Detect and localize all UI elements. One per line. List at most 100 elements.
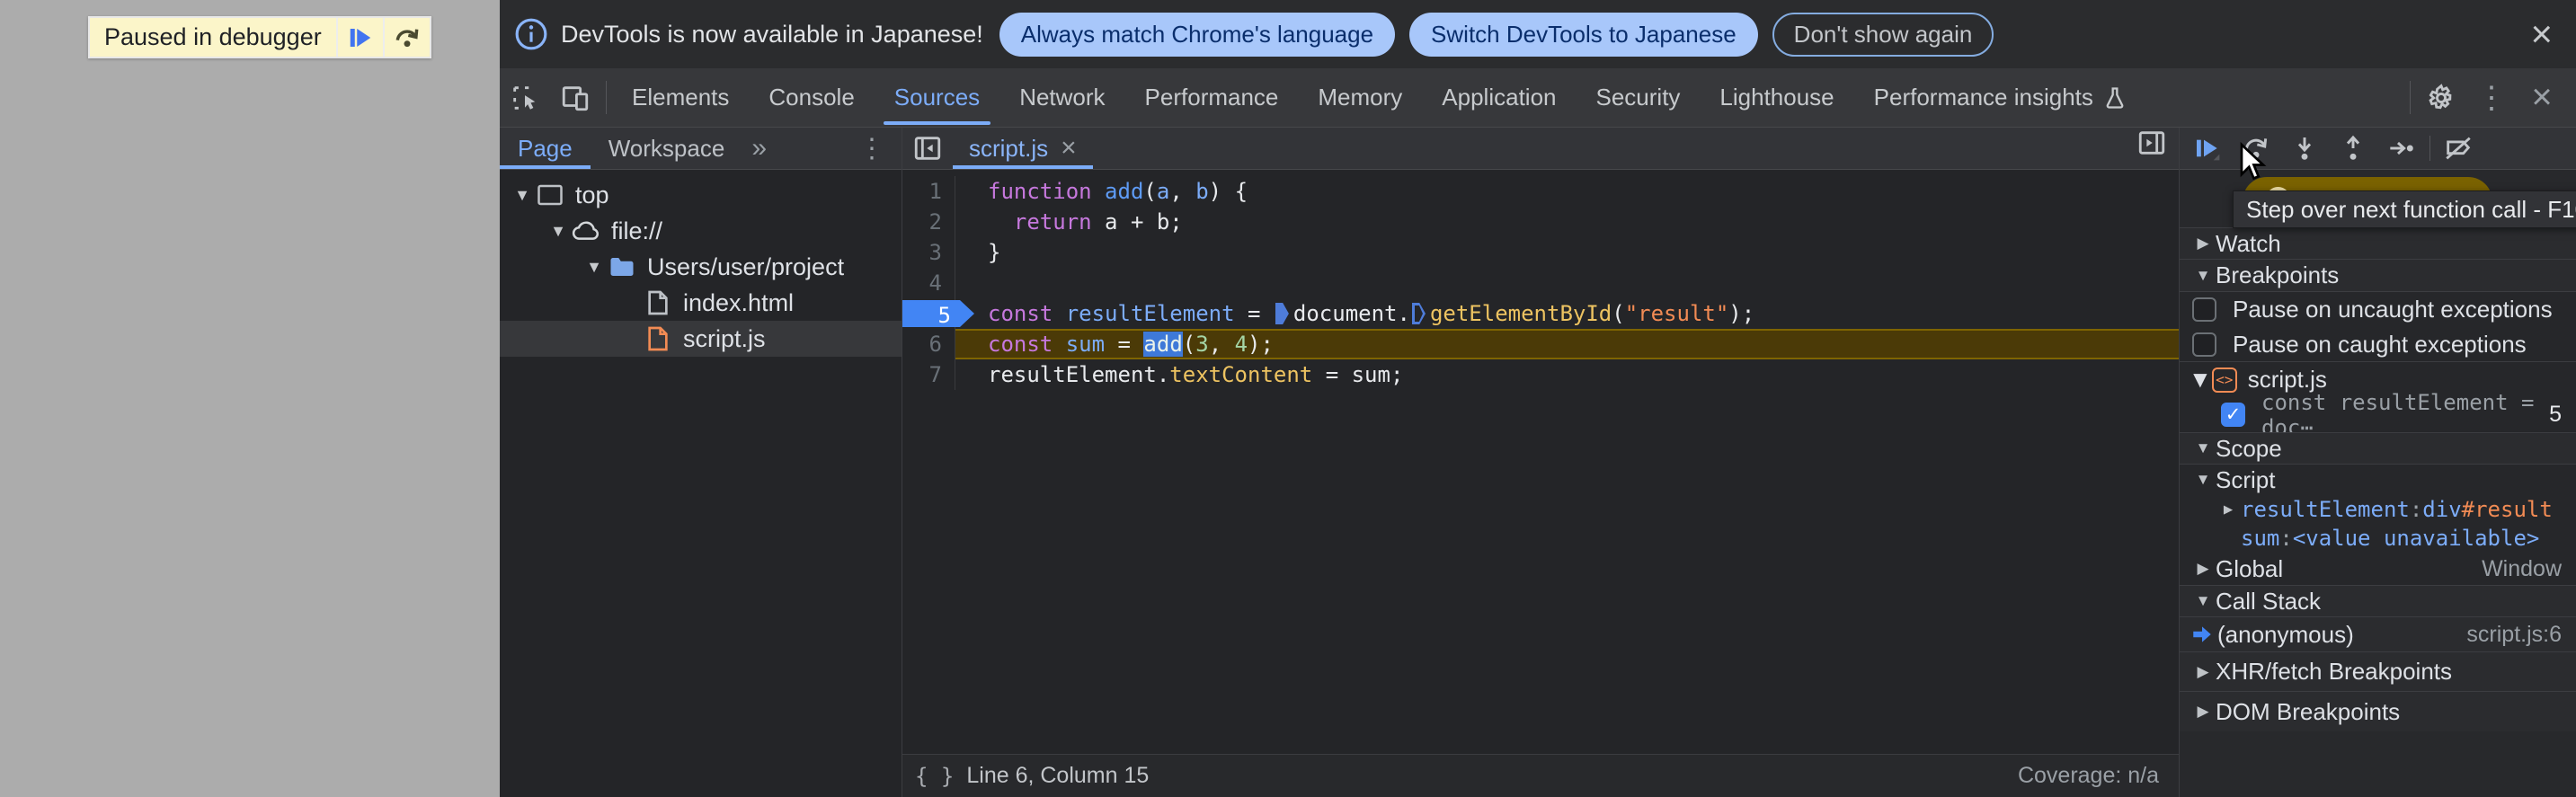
- pause-uncaught-checkbox[interactable]: [2192, 297, 2216, 322]
- switch-to-japanese-button[interactable]: Switch DevTools to Japanese: [1409, 12, 1758, 57]
- section-call-stack[interactable]: ▼ Call Stack: [2180, 585, 2576, 617]
- token: }: [988, 240, 1001, 265]
- code-editor[interactable]: 1 function add(a, b) {2 return a + b; 3} 4 5…: [902, 170, 2179, 754]
- collapse-navigator-icon[interactable]: [902, 128, 953, 169]
- tab-lighthouse[interactable]: Lighthouse: [1700, 68, 1853, 127]
- step-over-banner-button[interactable]: [382, 18, 430, 57]
- code-text[interactable]: return a + b;: [955, 207, 2179, 237]
- info-icon: [514, 17, 548, 51]
- line-number[interactable]: 7: [902, 359, 955, 390]
- code-text[interactable]: const resultElement = document. getElemen…: [955, 298, 2179, 329]
- code-line-4: 4: [902, 268, 2179, 298]
- tree-item-file[interactable]: ▼ file://: [500, 213, 902, 249]
- tab-security[interactable]: Security: [1577, 68, 1701, 127]
- tab-performance[interactable]: Performance: [1125, 68, 1299, 127]
- resume-script-button[interactable]: [335, 18, 383, 57]
- always-match-language-button[interactable]: Always match Chrome's language: [999, 12, 1396, 57]
- tree-item-top[interactable]: ▼ top: [500, 177, 902, 213]
- section-breakpoints[interactable]: ▼ Breakpoints: [2180, 260, 2576, 292]
- line-number[interactable]: 6: [902, 329, 955, 359]
- resume-button[interactable]: [2183, 128, 2232, 170]
- tab-label: Sources: [893, 84, 981, 111]
- pause-uncaught-row[interactable]: Pause on uncaught exceptions: [2180, 292, 2576, 327]
- more-options-kebab-icon[interactable]: ⋮: [2466, 68, 2517, 127]
- step-button[interactable]: [2377, 128, 2426, 170]
- tree-item-script-js[interactable]: script.js: [500, 321, 902, 357]
- chevron-down-icon[interactable]: ▼: [546, 222, 570, 241]
- line-number[interactable]: 1: [902, 176, 955, 207]
- tab-application[interactable]: Application: [1422, 68, 1576, 127]
- tab-performance-insights[interactable]: Performance insights: [1854, 68, 2147, 127]
- chevron-down-icon: ▼: [2195, 592, 2211, 609]
- code-text[interactable]: const sum = add(3, 4);: [955, 329, 2179, 359]
- line-number[interactable]: 3: [902, 237, 955, 268]
- tab-elements[interactable]: Elements: [612, 68, 749, 127]
- deactivate-breakpoints-button[interactable]: [2434, 128, 2483, 170]
- step-out-icon: [2346, 135, 2360, 160]
- dont-show-again-button[interactable]: Don't show again: [1772, 12, 1994, 57]
- tab-console[interactable]: Console: [749, 68, 874, 127]
- call-stack-frame[interactable]: (anonymous) script.js:6: [2180, 617, 2576, 652]
- tab-sources[interactable]: Sources: [875, 68, 999, 127]
- device-toolbar-button[interactable]: [550, 68, 600, 127]
- chevron-down-icon: ▼: [2195, 439, 2211, 456]
- variable-value-id: #result: [2461, 497, 2553, 522]
- scope-script-group[interactable]: ▼ Script: [2180, 465, 2576, 495]
- more-tabs-chevron-icon[interactable]: »: [742, 133, 776, 164]
- breakpoint-entry[interactable]: ✓ const resultElement = doc⋯ 5: [2180, 390, 2576, 440]
- collapse-debugger-icon[interactable]: [2127, 128, 2177, 158]
- token: function: [988, 179, 1092, 204]
- section-xhr-breakpoints[interactable]: ▶ XHR/fetch Breakpoints: [2180, 652, 2576, 692]
- editor-tab-script-js[interactable]: script.js ×: [953, 128, 1093, 169]
- pretty-print-icon[interactable]: { }: [915, 764, 954, 789]
- scope-var-sum[interactable]: sum: <value unavailable>: [2180, 524, 2576, 553]
- tab-network[interactable]: Network: [999, 68, 1124, 127]
- code-text[interactable]: }: [955, 237, 2179, 268]
- pause-caught-row[interactable]: Pause on caught exceptions: [2180, 327, 2576, 362]
- navigator-kebab-icon[interactable]: ⋮: [842, 133, 902, 164]
- breakpoints-label: Breakpoints: [2216, 261, 2340, 288]
- breakpoint-flag[interactable]: 5: [902, 300, 974, 327]
- code-text[interactable]: [955, 268, 2179, 298]
- breakpoint-line-number: 5: [2549, 402, 2562, 427]
- scope-var-resultElement[interactable]: ▶ resultElement: div #result: [2180, 495, 2576, 524]
- editor-tab-close-icon[interactable]: ×: [1061, 133, 1077, 164]
- toolbar-divider: [2429, 136, 2430, 161]
- devtools-close-icon[interactable]: ×: [2517, 68, 2567, 127]
- line-number[interactable]: 2: [902, 207, 955, 237]
- settings-gear-icon[interactable]: [2416, 68, 2466, 127]
- token: ) {: [1208, 179, 1248, 204]
- resume-icon: [347, 24, 374, 51]
- tree-item-users-user-project[interactable]: ▼ Users/user/project: [500, 249, 902, 285]
- step-into-button[interactable]: [2280, 128, 2329, 170]
- breakpoint-line-number[interactable]: 5: [902, 298, 974, 329]
- notification-close-icon[interactable]: ×: [2525, 15, 2558, 53]
- tree-item-index-html[interactable]: index.html: [500, 285, 902, 321]
- section-scope[interactable]: ▼ Scope: [2180, 432, 2576, 465]
- step-out-button[interactable]: [2329, 128, 2377, 170]
- section-dom-breakpoints[interactable]: ▶ DOM Breakpoints: [2180, 692, 2576, 731]
- code-text[interactable]: function add(a, b) {: [955, 176, 2179, 207]
- tab-label: Console: [768, 84, 855, 111]
- section-watch[interactable]: ▶ Watch: [2180, 227, 2576, 260]
- line-number[interactable]: 4: [902, 268, 955, 298]
- chevron-down-icon[interactable]: ▼: [582, 258, 606, 277]
- file-icon-orange: [642, 325, 674, 352]
- global-value: Window: [2482, 555, 2562, 581]
- tab-page[interactable]: Page: [500, 128, 591, 169]
- breakpoint-enabled-checkbox[interactable]: ✓: [2221, 403, 2245, 427]
- tab-label: Elements: [632, 84, 730, 111]
- resume-icon: [2197, 139, 2220, 161]
- tab-workspace[interactable]: Workspace: [591, 128, 743, 169]
- token: return: [1013, 209, 1092, 235]
- token: );: [1248, 332, 1274, 357]
- inspect-element-button[interactable]: [500, 68, 550, 127]
- chevron-down-icon[interactable]: ▼: [511, 186, 534, 205]
- token: resultElement.: [988, 362, 1170, 387]
- tab-memory[interactable]: Memory: [1298, 68, 1422, 127]
- code-text[interactable]: resultElement.textContent = sum;: [955, 359, 2179, 390]
- pause-caught-checkbox[interactable]: [2192, 332, 2216, 357]
- cursor-position: Line 6, Column 15: [966, 763, 1150, 788]
- scope-global-group[interactable]: ▶ Global Window: [2180, 553, 2576, 585]
